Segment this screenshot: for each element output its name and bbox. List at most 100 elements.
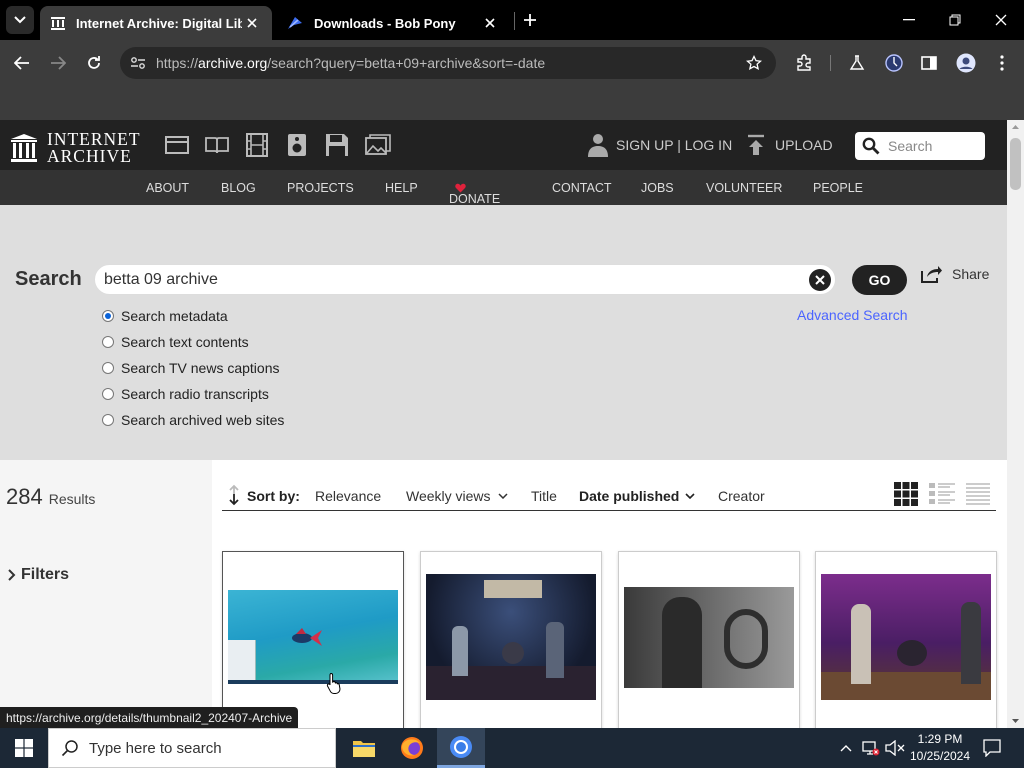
radio-circle[interactable]: [102, 336, 114, 348]
taskbar-search-box[interactable]: Type here to search: [48, 728, 336, 768]
nav-contact[interactable]: CONTACT: [552, 181, 612, 195]
start-button[interactable]: [0, 728, 48, 768]
notifications-icon[interactable]: [983, 739, 1001, 757]
internet-archive-favicon: [51, 17, 65, 30]
close-tab-icon[interactable]: [480, 13, 500, 33]
radio-search-radio-transcripts[interactable]: Search radio transcripts: [102, 386, 269, 402]
nav-people[interactable]: PEOPLE: [813, 181, 863, 195]
radio-search-text-contents[interactable]: Search text contents: [102, 334, 249, 350]
taskbar-clock[interactable]: 1:29 PM 10/25/2024: [905, 731, 975, 765]
performer-graphic: [546, 622, 564, 678]
main-search-input[interactable]: betta 09 archive: [94, 264, 836, 295]
nav-about[interactable]: ABOUT: [146, 181, 189, 195]
bob-pony-favicon: [288, 17, 302, 29]
nav-help[interactable]: HELP: [385, 181, 418, 195]
sort-title[interactable]: Title: [531, 488, 557, 504]
object-graphic: [724, 609, 768, 669]
address-bar[interactable]: https://archive.org/search?query=betta+0…: [120, 47, 776, 79]
advanced-search-link[interactable]: Advanced Search: [797, 307, 908, 323]
result-thumbnail[interactable]: [624, 587, 794, 688]
nav-blog[interactable]: BLOG: [221, 181, 256, 195]
nav-jobs[interactable]: JOBS: [641, 181, 674, 195]
scroll-up-arrow-icon[interactable]: [1007, 120, 1024, 134]
extension-button[interactable]: [880, 49, 908, 77]
result-thumbnail[interactable]: [426, 574, 596, 700]
upload-icon: [748, 134, 764, 155]
sort-date-published[interactable]: Date published: [579, 488, 695, 504]
tab-internet-archive[interactable]: Internet Archive: Digital Library of Fre…: [40, 6, 272, 40]
scroll-down-arrow-icon[interactable]: [1007, 714, 1024, 728]
radio-circle[interactable]: [102, 388, 114, 400]
result-card[interactable]: [222, 551, 404, 728]
upload-link[interactable]: UPLOAD: [747, 134, 833, 156]
restore-icon: [949, 14, 961, 26]
nav-donate[interactable]: DONATE: [449, 181, 500, 206]
tab-search-button[interactable]: [6, 6, 34, 34]
folder-icon: [353, 741, 375, 757]
signup-login-link[interactable]: SIGN UP | LOG IN: [588, 133, 732, 157]
go-button[interactable]: GO: [852, 265, 907, 295]
volume-muted-icon[interactable]: [885, 740, 905, 756]
compact-list-view-icon[interactable]: [966, 482, 990, 506]
clear-search-button[interactable]: [809, 269, 831, 291]
result-card[interactable]: [618, 551, 800, 728]
sort-relevance[interactable]: Relevance: [315, 488, 381, 504]
new-tab-button[interactable]: [516, 6, 544, 34]
arrow-left-icon: [14, 56, 29, 70]
chevron-right-icon: [8, 569, 16, 581]
result-thumbnail[interactable]: [821, 574, 991, 700]
nav-projects[interactable]: PROJECTS: [287, 181, 354, 195]
minimize-button[interactable]: [895, 6, 923, 34]
media-texts-button[interactable]: [205, 135, 229, 155]
sort-weekly-views[interactable]: Weekly views: [406, 488, 508, 504]
radio-search-tv-captions[interactable]: Search TV news captions: [102, 360, 280, 376]
radio-search-web-sites[interactable]: Search archived web sites: [102, 412, 284, 428]
result-card[interactable]: [815, 551, 997, 728]
result-thumbnail[interactable]: [228, 590, 398, 684]
bookmark-star-button[interactable]: [740, 49, 768, 77]
radio-circle[interactable]: [102, 414, 114, 426]
extensions-button[interactable]: [790, 49, 818, 77]
result-card[interactable]: [420, 551, 602, 728]
show-hidden-icons-icon[interactable]: [840, 744, 852, 752]
restore-button[interactable]: [941, 6, 969, 34]
page-scrollbar[interactable]: [1007, 120, 1024, 728]
media-images-button[interactable]: [365, 134, 391, 156]
media-web-button[interactable]: [165, 135, 189, 155]
media-video-button[interactable]: [245, 133, 269, 157]
share-button[interactable]: Share: [920, 265, 989, 283]
tab-downloads[interactable]: Downloads - Bob Pony: [276, 6, 510, 40]
grid-view-icon[interactable]: [894, 482, 918, 506]
media-software-button[interactable]: [325, 133, 349, 157]
reload-button[interactable]: [80, 49, 108, 77]
filters-toggle[interactable]: Filters: [8, 566, 69, 584]
nav-volunteer[interactable]: VOLUNTEER: [706, 181, 782, 195]
sort-direction-icon[interactable]: [228, 484, 240, 506]
taskbar-firefox[interactable]: [388, 728, 436, 768]
radio-search-metadata[interactable]: Search metadata: [102, 308, 228, 324]
taskbar-chrome[interactable]: [437, 728, 485, 768]
taskbar-search-placeholder: Type here to search: [89, 739, 222, 757]
profile-button[interactable]: [952, 49, 980, 77]
scrollbar-thumb[interactable]: [1010, 138, 1021, 190]
sort-bar: Sort by: Relevance Weekly views Title Da…: [222, 460, 996, 511]
sort-creator[interactable]: Creator: [718, 488, 765, 504]
forward-button[interactable]: [44, 49, 72, 77]
performer-graphic: [851, 604, 871, 684]
site-info-icon[interactable]: [130, 56, 146, 70]
back-button[interactable]: [8, 49, 36, 77]
header-search-input[interactable]: Search: [855, 132, 985, 160]
close-window-button[interactable]: [987, 6, 1015, 34]
chevron-down-icon: [685, 493, 695, 499]
radio-circle[interactable]: [102, 310, 114, 322]
labs-button[interactable]: [843, 49, 871, 77]
ia-logo[interactable]: INTERNET ARCHIVE: [10, 130, 141, 165]
network-icon[interactable]: [862, 740, 880, 756]
radio-circle[interactable]: [102, 362, 114, 374]
side-panel-button[interactable]: [915, 49, 943, 77]
browser-menu-button[interactable]: [988, 49, 1016, 77]
taskbar-file-explorer[interactable]: [340, 728, 388, 768]
close-tab-icon[interactable]: [242, 13, 262, 33]
media-audio-button[interactable]: [287, 133, 307, 157]
list-detail-view-icon[interactable]: [929, 482, 955, 506]
